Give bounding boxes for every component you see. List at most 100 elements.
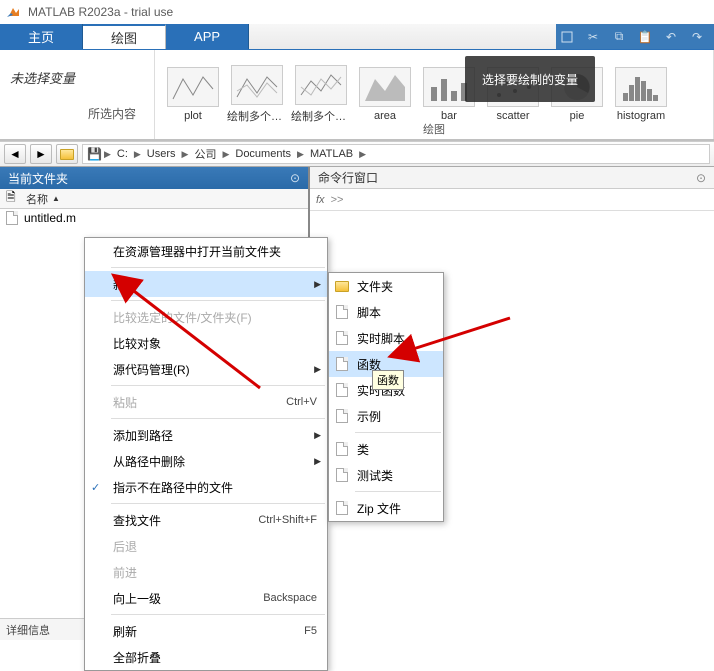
separator bbox=[111, 300, 325, 301]
chevron-right-icon: ▶ bbox=[297, 149, 304, 160]
panel-dropdown-icon[interactable]: ⊙ bbox=[696, 171, 706, 185]
qat-paste-icon[interactable]: 📋 bbox=[634, 26, 656, 48]
icon-column: 🗎 bbox=[6, 188, 26, 209]
tab-plots[interactable]: 绘图 bbox=[83, 24, 166, 49]
select-variable-overlay: 选择要绘制的变量 bbox=[465, 56, 595, 102]
file-name: untitled.m bbox=[24, 211, 76, 225]
qat-copy-icon[interactable]: ⧉ bbox=[608, 26, 630, 48]
chevron-right-icon: ▶ bbox=[134, 149, 141, 160]
qat-undo-icon[interactable]: ↶ bbox=[660, 26, 682, 48]
ctx-indicate-not-on-path[interactable]: ✓指示不在路径中的文件 bbox=[85, 474, 327, 500]
ctx-up-one[interactable]: 向上一级Backspace bbox=[85, 585, 327, 611]
submenu-arrow-icon: ▶ bbox=[314, 456, 321, 467]
crumb-c[interactable]: C: bbox=[113, 148, 132, 160]
mfile-icon bbox=[4, 211, 20, 225]
separator bbox=[111, 385, 325, 386]
current-folder-header[interactable]: 当前文件夹 ⊙ bbox=[0, 167, 308, 189]
separator bbox=[355, 491, 441, 492]
prompt: >> bbox=[331, 194, 344, 206]
nav-up-button[interactable] bbox=[56, 144, 78, 164]
tab-home[interactable]: 主页 bbox=[0, 24, 83, 49]
ctx-new-live-script[interactable]: 实时脚本 bbox=[329, 325, 443, 351]
ctx-new[interactable]: 新建▶ bbox=[85, 271, 327, 297]
separator bbox=[111, 418, 325, 419]
qat-save-icon[interactable] bbox=[556, 26, 578, 48]
toolstrip-tabs: 主页 绘图 APP ✂ ⧉ 📋 ↶ ↷ bbox=[0, 24, 714, 50]
titlebar: MATLAB R2023a - trial use bbox=[0, 0, 714, 24]
ctx-forward: 前进 bbox=[85, 559, 327, 585]
panel-title: 当前文件夹 bbox=[8, 170, 68, 187]
panel-dropdown-icon[interactable]: ⊙ bbox=[290, 171, 300, 185]
column-header: 🗎 名称▲ bbox=[0, 189, 308, 209]
breadcrumb[interactable]: 💾 ▶ C: ▶ Users ▶ 公司 ▶ Documents ▶ MATLAB… bbox=[82, 144, 710, 164]
crumb-users[interactable]: Users bbox=[143, 148, 180, 160]
ribbon-selection-group: 未选择变量 所选内容 bbox=[0, 50, 155, 139]
ctx-new-example[interactable]: 示例 bbox=[329, 403, 443, 429]
qat-cut-icon[interactable]: ✂ bbox=[582, 26, 604, 48]
ribbon-plots: 未选择变量 所选内容 plot 绘制多个序... 绘制多个序... area b… bbox=[0, 50, 714, 140]
chevron-right-icon: ▶ bbox=[104, 149, 111, 160]
ctx-add-to-path[interactable]: 添加到路径▶ bbox=[85, 422, 327, 448]
example-icon bbox=[334, 408, 350, 424]
separator bbox=[111, 503, 325, 504]
ctx-new-class[interactable]: 类 bbox=[329, 436, 443, 462]
command-window-header[interactable]: 命令行窗口 ⊙ bbox=[310, 167, 714, 189]
ctx-back: 后退 bbox=[85, 533, 327, 559]
script-icon bbox=[334, 304, 350, 320]
chevron-right-icon: ▶ bbox=[222, 149, 229, 160]
gallery-plot-multi-1[interactable]: 绘制多个序... bbox=[225, 63, 289, 126]
fx-icon[interactable]: fx bbox=[316, 194, 325, 206]
ctx-compare-against[interactable]: 比较对象 bbox=[85, 330, 327, 356]
tooltip: 函数 bbox=[372, 370, 404, 390]
ctx-new-script[interactable]: 脚本 bbox=[329, 299, 443, 325]
ctx-find-files[interactable]: 查找文件Ctrl+Shift+F bbox=[85, 507, 327, 533]
ctx-refresh[interactable]: 刷新F5 bbox=[85, 618, 327, 644]
separator bbox=[355, 432, 441, 433]
gallery-plot[interactable]: plot bbox=[161, 65, 225, 124]
ctx-paste: 粘贴Ctrl+V bbox=[85, 389, 327, 415]
gallery-plot-multi-2[interactable]: 绘制多个序... bbox=[289, 63, 353, 126]
file-row[interactable]: untitled.m bbox=[0, 209, 308, 227]
submenu-arrow-icon: ▶ bbox=[314, 430, 321, 441]
ribbon-section-label: 绘图 bbox=[423, 121, 445, 137]
gallery-histogram[interactable]: histogram bbox=[609, 65, 673, 124]
function-icon bbox=[334, 356, 350, 372]
no-variable-label: 未选择变量 bbox=[10, 68, 144, 87]
crumb-matlab[interactable]: MATLAB bbox=[306, 148, 357, 160]
ctx-remove-from-path[interactable]: 从路径中删除▶ bbox=[85, 448, 327, 474]
crumb-company[interactable]: 公司 bbox=[190, 146, 220, 162]
ctx-compare-selected: 比较选定的文件/文件夹(F) bbox=[85, 304, 327, 330]
zip-icon bbox=[334, 500, 350, 516]
submenu-arrow-icon: ▶ bbox=[314, 364, 321, 375]
nav-forward-button[interactable]: ► bbox=[30, 144, 52, 164]
live-function-icon bbox=[334, 382, 350, 398]
context-menu-new: 文件夹 脚本 实时脚本 函数 实时函数 示例 类 测试类 Zip 文件 bbox=[328, 272, 444, 522]
live-script-icon bbox=[334, 330, 350, 346]
crumb-documents[interactable]: Documents bbox=[231, 148, 295, 160]
submenu-arrow-icon: ▶ bbox=[314, 279, 321, 290]
quick-access-toolbar: ✂ ⧉ 📋 ↶ ↷ bbox=[556, 24, 714, 49]
plot-gallery: plot 绘制多个序... 绘制多个序... area bar scatter … bbox=[155, 50, 714, 139]
folder-icon bbox=[60, 149, 74, 160]
matlab-logo-icon bbox=[6, 4, 22, 20]
qat-redo-icon[interactable]: ↷ bbox=[686, 26, 708, 48]
ctx-new-folder[interactable]: 文件夹 bbox=[329, 273, 443, 299]
ctx-new-zip[interactable]: Zip 文件 bbox=[329, 495, 443, 521]
ctx-source-control[interactable]: 源代码管理(R)▶ bbox=[85, 356, 327, 382]
nav-back-button[interactable]: ◄ bbox=[4, 144, 26, 164]
separator bbox=[111, 614, 325, 615]
fx-bar[interactable]: fx >> bbox=[310, 189, 714, 211]
details-label: 详细信息 bbox=[6, 622, 50, 638]
context-menu-folder: 在资源管理器中打开当前文件夹 新建▶ 比较选定的文件/文件夹(F) 比较对象 源… bbox=[84, 237, 328, 671]
window-title: MATLAB R2023a - trial use bbox=[28, 5, 173, 19]
gallery-area[interactable]: area bbox=[353, 65, 417, 124]
class-icon bbox=[334, 441, 350, 457]
separator bbox=[111, 267, 325, 268]
ctx-open-in-explorer[interactable]: 在资源管理器中打开当前文件夹 bbox=[85, 238, 327, 264]
tab-apps[interactable]: APP bbox=[166, 24, 249, 49]
selection-label: 所选内容 bbox=[10, 105, 144, 122]
ctx-new-test-class[interactable]: 测试类 bbox=[329, 462, 443, 488]
name-column[interactable]: 名称▲ bbox=[26, 191, 302, 207]
folder-icon bbox=[334, 278, 350, 294]
ctx-collapse-all[interactable]: 全部折叠 bbox=[85, 644, 327, 670]
